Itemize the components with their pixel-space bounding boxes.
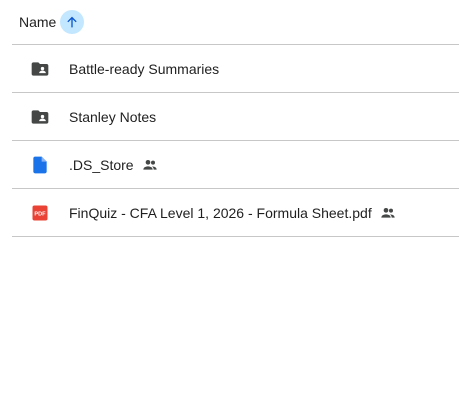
people-icon [380, 205, 396, 221]
list-item[interactable]: Battle-ready Summaries [12, 45, 459, 93]
file-name: Stanley Notes [69, 108, 157, 125]
arrow-up-icon [67, 16, 78, 28]
list-item[interactable]: PDF FinQuiz - CFA Level 1, 2026 - Formul… [12, 189, 459, 237]
file-icon [30, 155, 50, 175]
sort-direction-button[interactable] [60, 10, 85, 34]
shared-folder-icon [30, 59, 50, 79]
file-list: Name Battle-ready Summaries Stanley Note… [0, 0, 459, 403]
svg-text:PDF: PDF [34, 211, 46, 217]
shared-folder-icon [30, 107, 50, 127]
name-column-header[interactable]: Name [19, 14, 56, 30]
list-item[interactable]: .DS_Store [12, 141, 459, 189]
list-item[interactable]: Stanley Notes [12, 93, 459, 141]
file-rows: Battle-ready Summaries Stanley Notes .DS… [12, 45, 459, 237]
people-icon [142, 157, 158, 173]
list-header: Name [12, 0, 459, 45]
pdf-icon: PDF [30, 203, 50, 223]
file-name: .DS_Store [69, 156, 134, 173]
file-name: Battle-ready Summaries [69, 60, 220, 77]
file-name: FinQuiz - CFA Level 1, 2026 - Formula Sh… [69, 204, 372, 221]
